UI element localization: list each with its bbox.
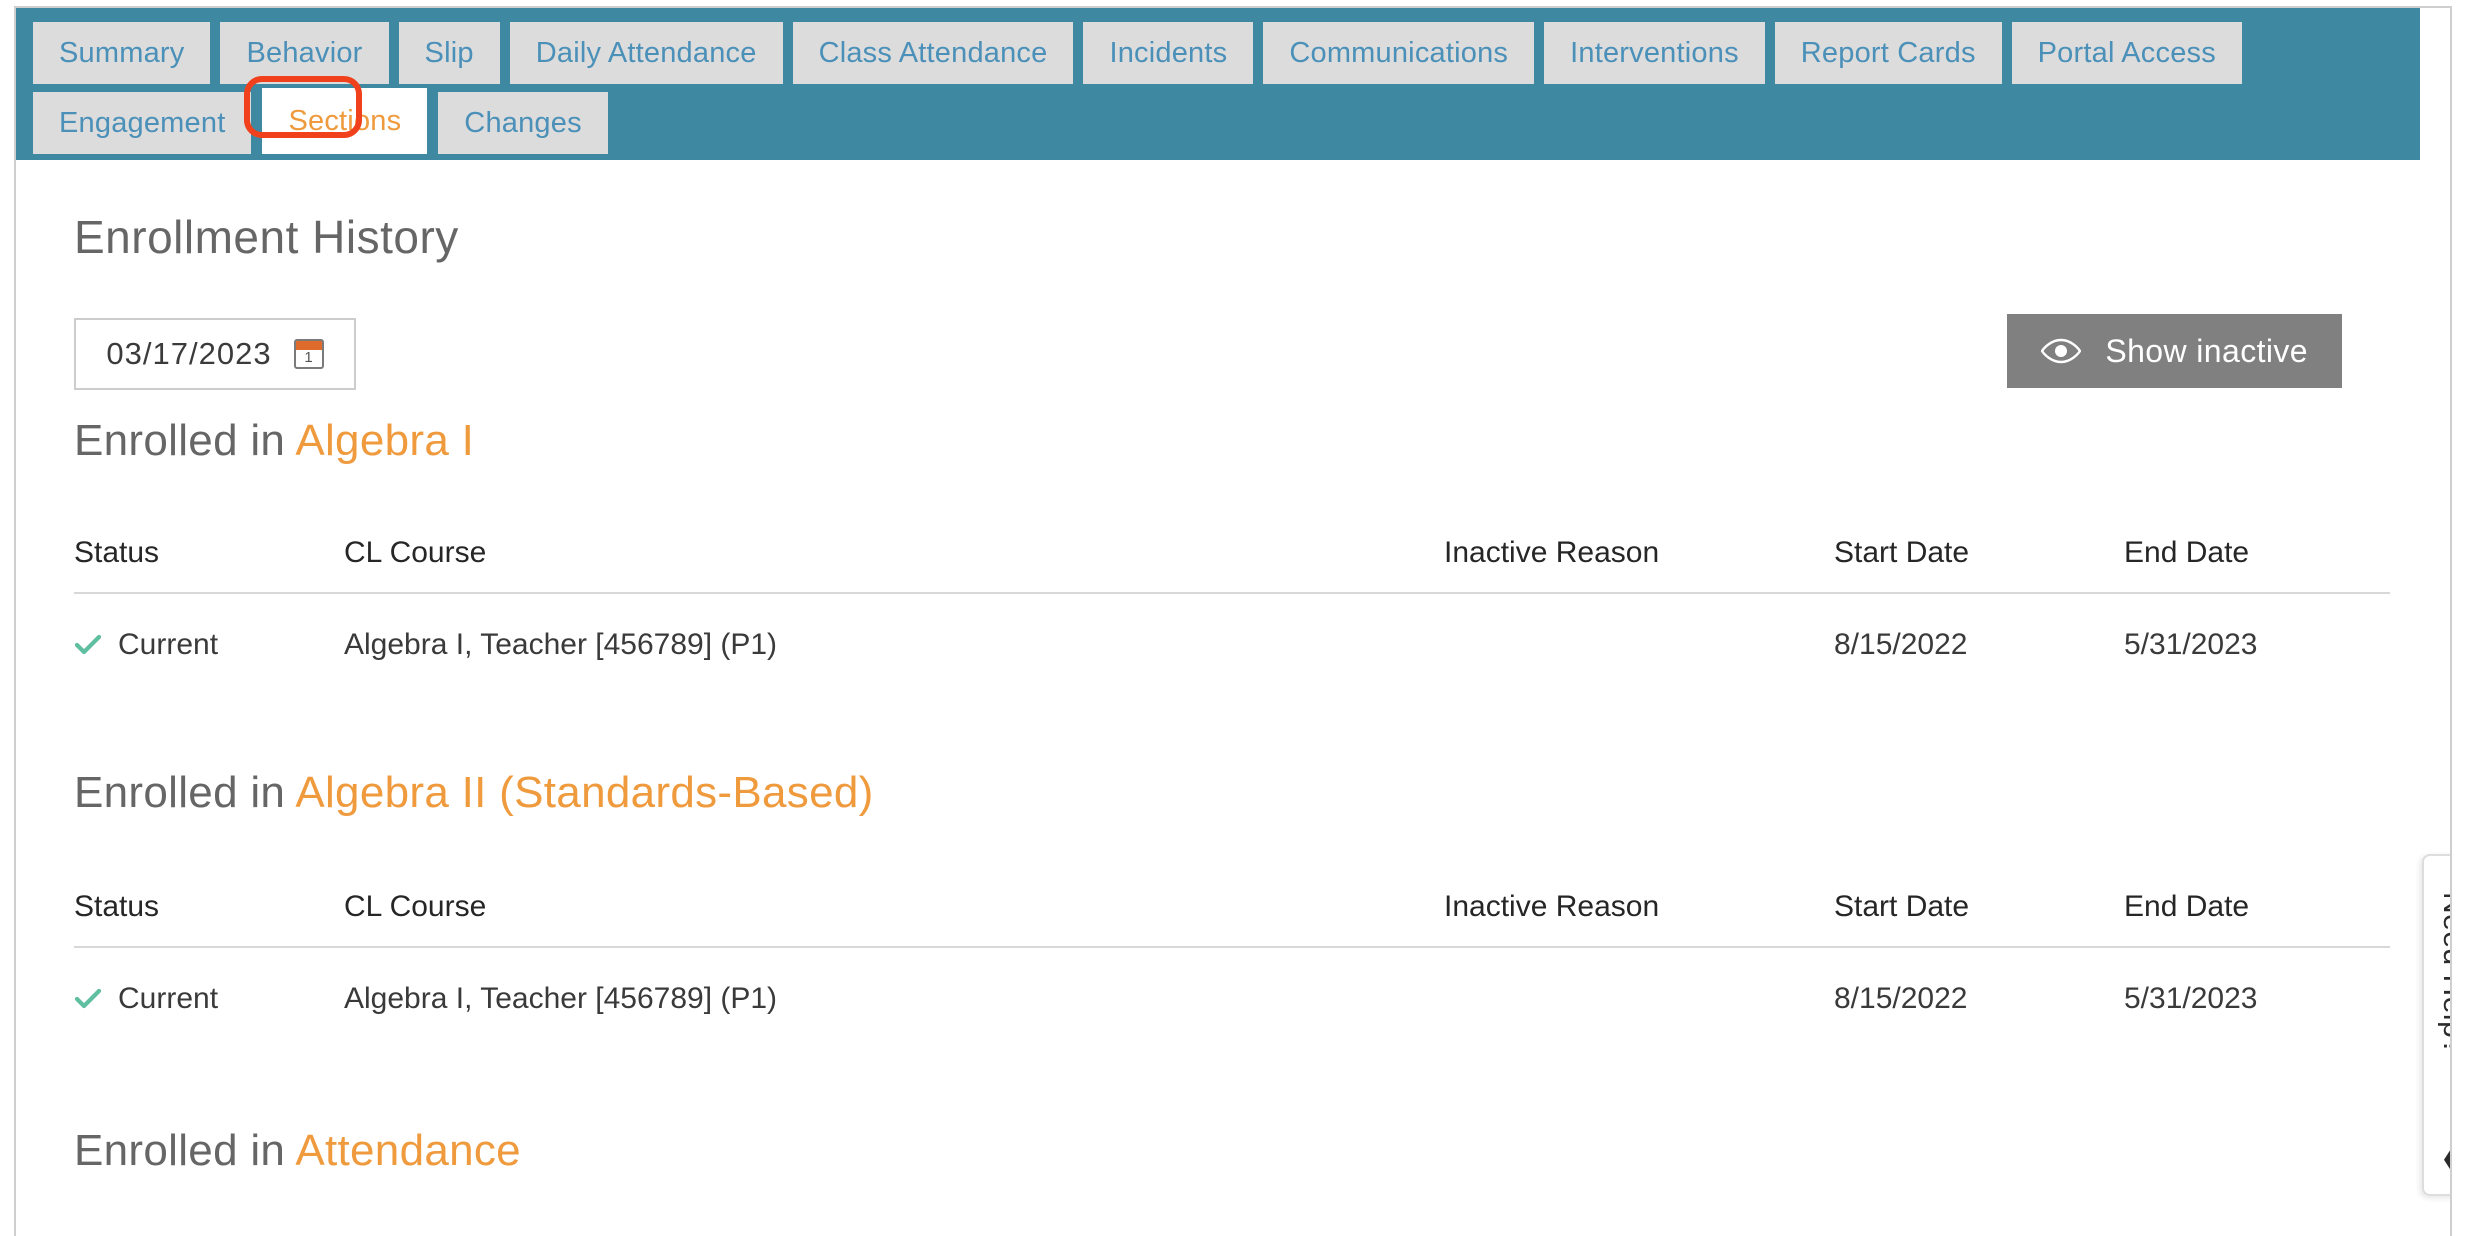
table-header-row: Status CL Course Inactive Reason Start D…: [74, 536, 2390, 594]
column-header-cl-course[interactable]: CL Course: [344, 536, 1444, 594]
status-label: Current: [118, 628, 219, 661]
table-row[interactable]: Current Algebra I, Teacher [456789] (P1)…: [74, 593, 2390, 692]
section-heading-prefix: Enrolled in: [74, 1126, 286, 1175]
cell-start-date: 8/15/2022: [1834, 982, 1968, 1015]
tab-label: Incidents: [1109, 36, 1228, 69]
tab-label: Class Attendance: [818, 36, 1048, 69]
section-heading-prefix: Enrolled in: [74, 768, 286, 817]
column-header-inactive-reason[interactable]: Inactive Reason: [1444, 890, 1834, 948]
tab-communications[interactable]: Communications: [1260, 22, 1538, 84]
tab-sections[interactable]: Sections: [258, 88, 432, 154]
tab-daily-attendance[interactable]: Daily Attendance: [506, 22, 786, 84]
table-header-row: Status CL Course Inactive Reason Start D…: [74, 890, 2390, 948]
need-help-tab[interactable]: Need Help? ❮: [2422, 854, 2450, 1196]
check-icon: [74, 634, 102, 655]
enrollment-section-attendance: Enrolled in Attendance Status CL Course …: [16, 1126, 2450, 1234]
eye-icon: [2041, 338, 2082, 364]
check-icon: [74, 988, 102, 1009]
cell-inactive-reason: [1444, 947, 1834, 1046]
tab-portal-access[interactable]: Portal Access: [2008, 22, 2245, 84]
tab-label: Summary: [59, 36, 185, 69]
tab-changes[interactable]: Changes: [435, 92, 611, 154]
tab-report-cards[interactable]: Report Cards: [1771, 22, 2005, 84]
column-header-start-date[interactable]: Start Date: [1834, 536, 2124, 594]
tab-row-primary: Summary Behavior Slip Daily Attendance C…: [16, 16, 2420, 84]
cell-start-date: 8/15/2022: [1834, 628, 1968, 661]
main-content: Enrollment History 03/17/2023 Show inact…: [16, 160, 2450, 1234]
tab-engagement[interactable]: Engagement: [30, 92, 255, 154]
column-header-status[interactable]: Status: [74, 536, 344, 594]
column-header-end-date[interactable]: End Date: [2124, 890, 2390, 948]
status-cell: Current: [74, 982, 344, 1016]
status-label: Current: [118, 982, 219, 1015]
status-cell: Current: [74, 628, 344, 662]
show-inactive-label: Show inactive: [2105, 332, 2308, 369]
tab-incidents[interactable]: Incidents: [1080, 22, 1257, 84]
enrollment-table: Status CL Course Inactive Reason Start D…: [74, 890, 2390, 1046]
table-row[interactable]: Current Algebra I, Teacher [456789] (P1)…: [74, 947, 2390, 1046]
section-heading: Enrolled in Algebra II (Standards-Based): [74, 768, 2450, 818]
section-heading: Enrolled in Attendance: [74, 1126, 2450, 1176]
date-input[interactable]: 03/17/2023: [106, 336, 271, 372]
cell-status: Current: [74, 947, 344, 1046]
column-header-end-date[interactable]: End Date: [2124, 536, 2390, 594]
tab-label: Changes: [464, 106, 582, 139]
tab-behavior[interactable]: Behavior: [217, 22, 392, 84]
tab-label: Portal Access: [2037, 36, 2216, 69]
enrollment-table: Status CL Course Inactive Reason Start D…: [74, 536, 2390, 692]
enrollment-section-algebra-i: Enrolled in Algebra I Status CL Course I…: [16, 416, 2450, 692]
tab-slip[interactable]: Slip: [395, 22, 503, 84]
calendar-icon[interactable]: [293, 339, 324, 369]
tab-label: Daily Attendance: [535, 36, 757, 69]
section-heading-course: Algebra II (Standards-Based): [295, 768, 874, 817]
cell-inactive-reason: [1444, 593, 1834, 692]
column-header-status[interactable]: Status: [74, 890, 344, 948]
cell-status: Current: [74, 593, 344, 692]
tab-interventions[interactable]: Interventions: [1541, 22, 1768, 84]
page-title: Enrollment History: [74, 211, 459, 263]
cell-cl-course: Algebra I, Teacher [456789] (P1): [344, 628, 778, 661]
enrollment-section-algebra-ii: Enrolled in Algebra II (Standards-Based)…: [16, 768, 2450, 1046]
controls-row: 03/17/2023 Show inactive: [16, 314, 2450, 394]
tab-row-secondary: Engagement Sections Changes: [16, 88, 2420, 154]
section-heading: Enrolled in Algebra I: [74, 416, 2450, 466]
section-heading-prefix: Enrolled in: [74, 416, 286, 465]
section-heading-course: Attendance: [295, 1126, 521, 1175]
tab-bar: Summary Behavior Slip Daily Attendance C…: [16, 8, 2420, 160]
tab-label: Communications: [1289, 36, 1509, 69]
tab-label: Engagement: [59, 106, 226, 139]
need-help-label: Need Help?: [2437, 892, 2450, 1056]
effective-date-field[interactable]: 03/17/2023: [74, 318, 356, 390]
chevron-left-icon[interactable]: ❮: [2440, 1144, 2450, 1172]
show-inactive-button[interactable]: Show inactive: [2007, 314, 2342, 388]
cell-cl-course: Algebra I, Teacher [456789] (P1): [344, 982, 778, 1015]
tab-label: Sections: [288, 104, 402, 137]
tab-label: Slip: [424, 36, 474, 69]
tab-label: Interventions: [1570, 36, 1739, 69]
cell-end-date: 5/31/2023: [2124, 628, 2258, 661]
tab-label: Behavior: [246, 36, 363, 69]
tab-class-attendance[interactable]: Class Attendance: [789, 22, 1077, 84]
tab-label: Report Cards: [1800, 36, 1976, 69]
cell-end-date: 5/31/2023: [2124, 982, 2258, 1015]
page-frame: Summary Behavior Slip Daily Attendance C…: [14, 6, 2452, 1236]
section-heading-course: Algebra I: [295, 416, 475, 465]
tab-summary[interactable]: Summary: [30, 22, 214, 84]
column-header-start-date[interactable]: Start Date: [1834, 890, 2124, 948]
column-header-cl-course[interactable]: CL Course: [344, 890, 1444, 948]
column-header-inactive-reason[interactable]: Inactive Reason: [1444, 536, 1834, 594]
